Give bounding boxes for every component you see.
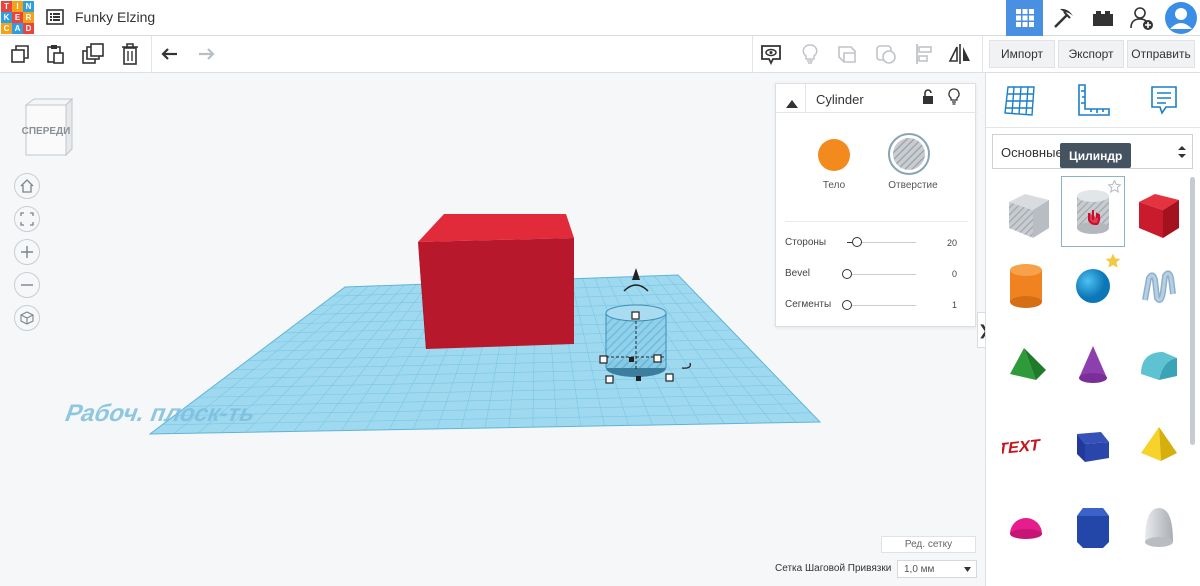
shape-cone[interactable] [1061, 329, 1125, 399]
zoom-in-icon[interactable] [14, 239, 40, 265]
segments-value[interactable]: 1 [952, 300, 957, 310]
logo-letter: E [12, 12, 23, 23]
red-box[interactable] [418, 214, 574, 349]
library-selected: Основные [1001, 145, 1063, 160]
bevel-label: Bevel [785, 268, 811, 279]
sides-slider[interactable] [852, 237, 862, 247]
notes-tool-icon[interactable] [1148, 83, 1180, 124]
bricks-icon[interactable] [1084, 0, 1121, 36]
delete-icon[interactable] [116, 40, 144, 68]
avatar[interactable] [1162, 0, 1199, 36]
group-icon[interactable] [833, 40, 861, 68]
logo-letter: I [12, 1, 23, 12]
light-bulb-icon[interactable] [796, 40, 824, 68]
featured-star-icon [1105, 253, 1121, 268]
workplane-tool-icon[interactable] [1002, 83, 1038, 124]
shape-scribble[interactable] [1127, 251, 1191, 321]
align-icon[interactable] [910, 40, 938, 68]
shape-half-sphere[interactable] [994, 491, 1058, 561]
add-user-icon[interactable] [1123, 0, 1160, 36]
snap-grid-label: Сетка Шаговой Привязки [775, 563, 892, 574]
shape-box-hole[interactable] [997, 181, 1061, 251]
solid-swatch[interactable] [818, 139, 850, 171]
shape-inspector: Cylinder Тело Отверстие Стороны 20 Bevel… [775, 83, 977, 327]
shape-tooltip: Цилиндр [1060, 143, 1132, 168]
mirror-icon[interactable] [946, 40, 974, 68]
logo-letter: C [1, 23, 12, 34]
logo-letter: N [23, 1, 34, 12]
shape-sphere[interactable] [1061, 251, 1125, 321]
svg-text:TEXT: TEXT [1002, 436, 1041, 458]
shape-text[interactable]: TEXT [994, 409, 1058, 479]
visibility-bulb-icon[interactable] [948, 88, 960, 111]
shape-name[interactable]: Cylinder [816, 92, 864, 107]
shape-pyramid[interactable] [1127, 409, 1191, 479]
logo-letter: A [12, 23, 23, 34]
pickaxe-icon[interactable] [1045, 0, 1082, 36]
shape-prism[interactable] [1061, 411, 1125, 481]
shape-cylinder[interactable] [994, 251, 1058, 321]
sidebar-scrollbar[interactable] [1190, 177, 1195, 445]
height-arrow-icon[interactable] [632, 268, 640, 280]
tinkercad-logo[interactable]: TINKERCAD [1, 1, 35, 35]
send-button[interactable]: Отправить [1127, 40, 1195, 68]
segments-slider[interactable] [842, 300, 852, 310]
viewcube-label: СПЕРЕДИ [22, 126, 70, 137]
shape-polygon[interactable] [1061, 491, 1125, 561]
top-bar: TINKERCAD Funky Elzing [0, 0, 1200, 36]
snap-grid-select[interactable]: 1,0 мм [897, 560, 977, 578]
sides-label: Стороны [785, 237, 827, 248]
logo-letter: K [1, 12, 12, 23]
select-arrows-icon [1178, 146, 1186, 158]
toolbar: Импорт Экспорт Отправить [0, 36, 1200, 73]
fit-view-icon[interactable] [14, 206, 40, 232]
project-title[interactable]: Funky Elzing [75, 9, 155, 25]
design-menu-icon[interactable] [46, 8, 64, 26]
segments-label: Сегменты [785, 299, 832, 310]
shape-box[interactable] [1127, 181, 1191, 251]
undo-icon[interactable] [156, 40, 184, 68]
duplicate-icon[interactable] [79, 40, 107, 68]
home-view-icon[interactable] [14, 173, 40, 199]
perspective-icon[interactable] [14, 305, 40, 331]
edit-grid-button[interactable]: Ред. сетку [881, 536, 976, 553]
solid-label: Тело [822, 180, 846, 191]
ruler-tool-icon[interactable] [1075, 83, 1111, 124]
shape-paraboloid[interactable] [1127, 491, 1191, 561]
grid-view-icon[interactable] [1006, 0, 1043, 36]
hole-icon[interactable] [872, 40, 900, 68]
lock-icon[interactable] [921, 89, 935, 110]
bevel-value[interactable]: 0 [952, 269, 957, 279]
paste-icon[interactable] [41, 40, 69, 68]
favorite-star-icon[interactable] [1108, 180, 1121, 193]
logo-letter: R [23, 12, 34, 23]
shape-round-roof[interactable] [1127, 329, 1191, 399]
export-button[interactable]: Экспорт [1058, 40, 1124, 68]
import-button[interactable]: Импорт [989, 40, 1055, 68]
redo-icon[interactable] [192, 40, 220, 68]
hole-swatch[interactable] [888, 133, 930, 175]
copy-icon[interactable] [6, 40, 34, 68]
shape-cylinder-hole[interactable] [1061, 176, 1125, 247]
hole-label: Отверстие [888, 180, 938, 191]
logo-letter: T [1, 1, 12, 12]
show-notes-icon[interactable] [757, 40, 785, 68]
sides-value[interactable]: 20 [947, 238, 957, 248]
workplane-label: Рабоч. плоск-ть [61, 401, 259, 427]
view-cube[interactable]: СПЕРЕДИ [22, 97, 74, 157]
shape-roof[interactable] [996, 329, 1060, 399]
bevel-slider[interactable] [842, 269, 852, 279]
shapes-sidebar: Основные Цилиндр TEXT [985, 73, 1200, 586]
logo-letter: D [23, 23, 34, 34]
snap-grid-value: 1,0 мм [904, 564, 935, 575]
zoom-out-icon[interactable] [14, 272, 40, 298]
chevron-down-icon [964, 567, 971, 572]
